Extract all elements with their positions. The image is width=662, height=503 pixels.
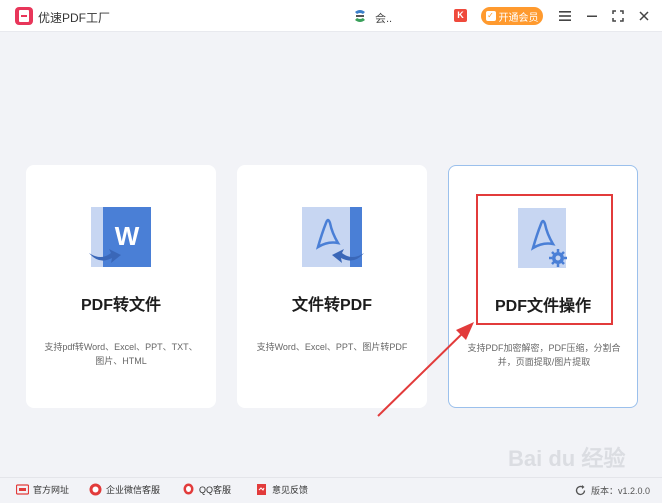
wechat-service-icon bbox=[89, 483, 102, 496]
footer-label: 官方网址 bbox=[33, 485, 70, 495]
card-title: PDF转文件 bbox=[80, 297, 161, 314]
close-icon[interactable] bbox=[636, 8, 652, 24]
svg-text:W: W bbox=[115, 221, 140, 251]
official-website-link[interactable]: 官方网址 bbox=[16, 483, 69, 496]
feedback-icon bbox=[257, 484, 266, 495]
pdf-to-word-icon: W bbox=[89, 207, 151, 267]
open-vip-button[interactable]: ✓ 开通会员 bbox=[481, 7, 543, 25]
version-info[interactable]: 版本：v1.2.0.0 bbox=[574, 484, 650, 497]
footer-label: 企业微信客服 bbox=[106, 485, 161, 495]
wechat-service-link[interactable]: 企业微信客服 bbox=[89, 483, 160, 496]
pdf-operations-card[interactable]: PDF文件操作 支持PDF加密解密，PDF压缩，分割合并，页面提取/图片提取 bbox=[448, 165, 638, 408]
footer-bar: 官方网址 企业微信客服 QQ客服 意见反馈 版本：v1.2.0.0 bbox=[0, 477, 662, 503]
user-name[interactable]: 会.. bbox=[375, 10, 392, 26]
qq-icon bbox=[183, 483, 194, 495]
baidu-watermark: Bai du 经验 bbox=[508, 446, 625, 471]
user-avatar-icon[interactable] bbox=[352, 8, 368, 24]
website-icon bbox=[16, 484, 29, 495]
version-label: 版本：v1.2.0.0 bbox=[590, 486, 650, 496]
vip-crown-icon: ✓ bbox=[485, 11, 496, 21]
app-title: 优速PDF工厂 bbox=[38, 11, 111, 25]
svg-text:Bai du 经验: Bai du 经验 bbox=[508, 446, 625, 471]
card-title: PDF文件操作 bbox=[494, 298, 591, 315]
card-description: 支持pdf转Word、Excel、PPT、TXT、图片、HTML bbox=[44, 342, 198, 366]
card-description: 支持Word、Excel、PPT、图片转PDF bbox=[256, 342, 408, 352]
refresh-icon bbox=[575, 485, 586, 496]
footer-label: QQ客服 bbox=[199, 485, 232, 495]
pdf-settings-icon bbox=[518, 208, 567, 268]
feedback-link[interactable]: 意见反馈 bbox=[255, 483, 308, 496]
title-bar: 优速PDF工厂 会.. K ✓ 开通会员 bbox=[0, 0, 662, 32]
card-title: 文件转PDF bbox=[291, 297, 372, 314]
menu-icon[interactable] bbox=[557, 8, 573, 24]
pdf-to-file-card[interactable]: W PDF转文件 支持pdf转Word、Excel、PPT、TXT、图片、HTM… bbox=[26, 165, 216, 408]
open-vip-label: 开通会员 bbox=[498, 12, 539, 24]
vip-badge-icon[interactable]: K bbox=[454, 9, 467, 22]
file-to-pdf-card[interactable]: 文件转PDF 支持Word、Excel、PPT、图片转PDF bbox=[237, 165, 427, 408]
qq-service-link[interactable]: QQ客服 bbox=[182, 483, 231, 496]
file-to-pdf-icon bbox=[302, 207, 364, 267]
fullscreen-icon[interactable] bbox=[610, 8, 626, 24]
card-description: 支持PDF加密解密，PDF压缩，分割合并，页面提取/图片提取 bbox=[467, 343, 621, 367]
footer-label: 意见反馈 bbox=[272, 485, 309, 495]
minimize-icon[interactable] bbox=[584, 8, 600, 24]
app-logo-icon bbox=[15, 7, 33, 25]
